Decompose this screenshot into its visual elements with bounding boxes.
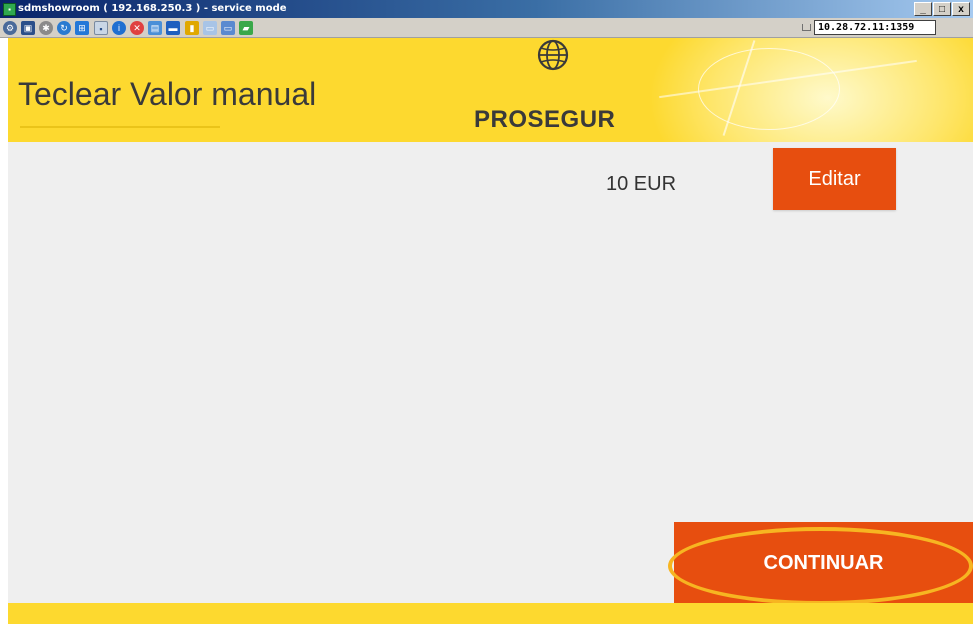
maximize-button[interactable]: □ (933, 2, 951, 16)
app-header: Teclear Valor manual PROSEGUR (8, 38, 973, 142)
page-title: Teclear Valor manual (18, 76, 317, 112)
header-underline (20, 126, 220, 128)
windows-icon[interactable]: ⊞ (75, 21, 89, 35)
folder-icon[interactable]: ▮ (185, 21, 199, 35)
remote-toolbar: ⚙ ▣ ✱ ↻ ⊞ ▪ i ✕ ▤ ▬ ▮ ▭ ▭ ▰ 10.28.72.11:… (0, 18, 973, 38)
refresh-icon[interactable]: ↻ (57, 21, 71, 35)
close-button[interactable]: x (952, 2, 970, 16)
monitor-icon[interactable]: ▬ (166, 21, 180, 35)
app-icon: ▪ (3, 3, 16, 16)
info-icon[interactable]: i (112, 21, 126, 35)
link-icon[interactable]: ⚙ (3, 21, 17, 35)
footer-bar (8, 603, 973, 624)
host-address-field[interactable]: 10.28.72.11:1359 (814, 20, 936, 35)
prosegur-logo-text: PROSEGUR (474, 106, 616, 133)
desktop-icon[interactable]: ▭ (203, 21, 217, 35)
amount-value: 10 EUR (606, 173, 677, 195)
display-icon[interactable]: ▭ (221, 21, 235, 35)
minimize-button[interactable]: _ (914, 2, 932, 16)
screen-icon[interactable]: ▪ (94, 21, 108, 35)
window-title: sdmshowroom ( 192.168.250.3 ) - service … (18, 3, 287, 14)
settings-icon[interactable]: ✱ (39, 21, 53, 35)
capture-icon[interactable]: ▣ (21, 21, 35, 35)
host-dropdown-icon[interactable] (802, 24, 811, 31)
window-title-bar: ▪ sdmshowroom ( 192.168.250.3 ) - servic… (0, 0, 973, 18)
chat-icon[interactable]: ▰ (239, 21, 253, 35)
continue-button[interactable]: CONTINUAR (674, 522, 973, 604)
clipboard-icon[interactable]: ▤ (148, 21, 162, 35)
stop-icon[interactable]: ✕ (130, 21, 144, 35)
edit-button[interactable]: Editar (773, 148, 896, 210)
globe-logo-icon (537, 39, 569, 71)
